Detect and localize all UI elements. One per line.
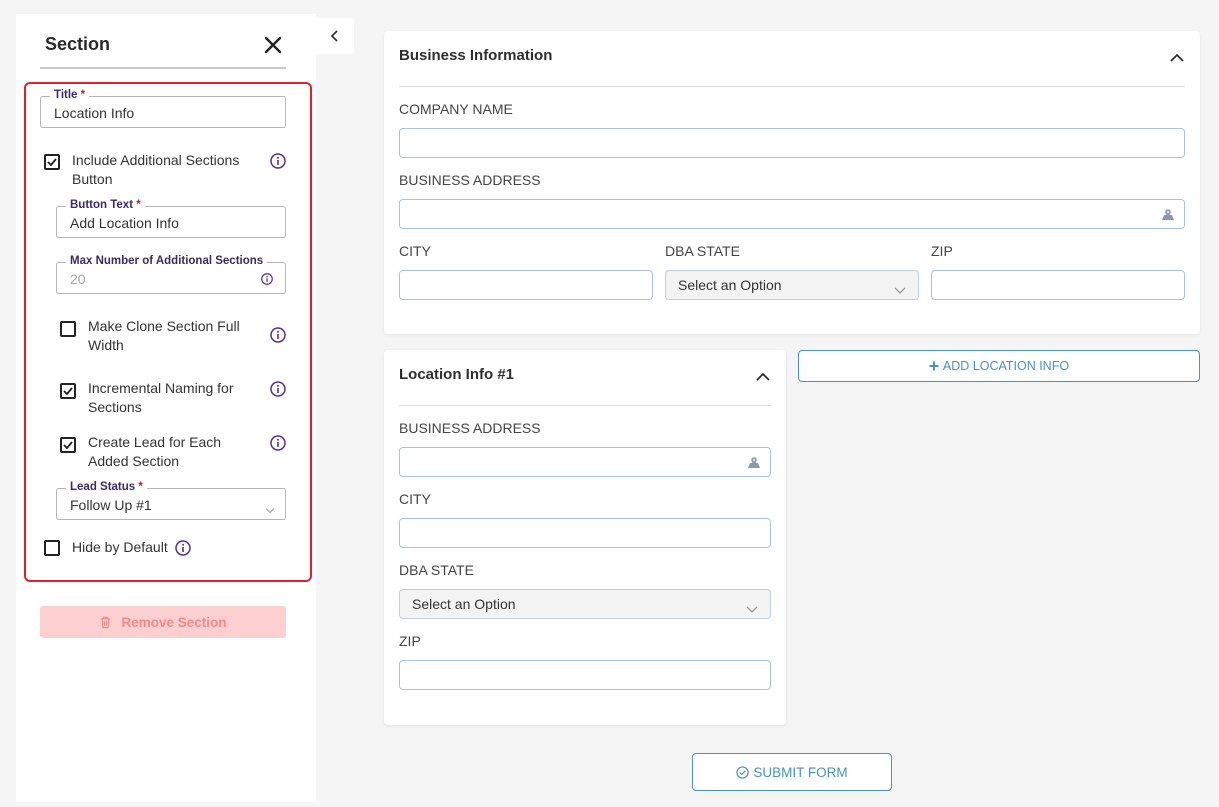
section-settings-panel: Section Title * Location Info Include Ad… (16, 14, 316, 802)
dba-state-label: DBA STATE (399, 562, 474, 578)
business-address-label: BUSINESS ADDRESS (399, 172, 541, 188)
include-additional-sections-checkbox[interactable] (44, 154, 60, 170)
close-icon[interactable] (262, 34, 284, 56)
incremental-naming-label: Incremental Naming for Sections (88, 380, 234, 415)
zip-input[interactable] (931, 270, 1185, 300)
info-icon[interactable] (270, 435, 286, 451)
divider (399, 86, 1185, 87)
city-label: CITY (399, 243, 431, 259)
dba-state-select-value: Select an Option (678, 277, 782, 293)
max-sections-placeholder[interactable]: 20 (70, 271, 86, 287)
location-city-input[interactable] (399, 518, 771, 548)
highlighted-settings-group: Title * Location Info Include Additional… (24, 82, 312, 582)
info-icon[interactable] (174, 539, 191, 556)
dba-state-label: DBA STATE (665, 243, 740, 259)
add-location-info-label: ADD LOCATION INFO (942, 359, 1070, 373)
create-lead-row: Create Lead for Each Added Section (60, 433, 238, 471)
trash-icon (101, 616, 111, 628)
card-title: Location Info #1 (399, 366, 515, 383)
card-title: Business Information (399, 47, 553, 64)
include-additional-sections-label: Include Additional Sections Button (72, 152, 240, 187)
dba-state-select[interactable]: Select an Option (665, 270, 919, 300)
business-address-input[interactable] (399, 199, 1185, 229)
button-text-value[interactable]: Add Location Info (70, 215, 179, 231)
map-icon[interactable] (747, 456, 761, 469)
company-name-label: COMPANY NAME (399, 101, 513, 117)
panel-header: Section (40, 14, 286, 69)
title-field[interactable]: Title * Location Info (40, 88, 286, 128)
company-name-input[interactable] (399, 128, 1185, 158)
map-icon[interactable] (1161, 208, 1175, 221)
lead-status-label: Lead Status * (66, 480, 147, 494)
chevron-left-icon (330, 30, 338, 42)
incremental-naming-row: Incremental Naming for Sections (60, 379, 253, 417)
info-icon[interactable] (261, 272, 273, 285)
max-sections-label: Max Number of Additional Sections (66, 254, 268, 268)
location-zip-input[interactable] (399, 660, 771, 690)
submit-form-label: SUBMIT FORM (753, 764, 848, 780)
business-information-card: Business Information COMPANY NAME BUSINE… (384, 31, 1200, 334)
dba-state-select-value: Select an Option (412, 596, 516, 612)
info-icon[interactable] (270, 381, 286, 397)
clone-full-width-row: Make Clone Section Full Width (60, 317, 253, 355)
lead-status-value: Follow Up #1 (70, 497, 152, 513)
location-dba-state-select[interactable]: Select an Option (399, 589, 771, 619)
zip-label: ZIP (399, 633, 421, 649)
chevron-up-icon[interactable] (756, 369, 770, 381)
submit-form-button[interactable]: SUBMIT FORM (692, 753, 892, 791)
add-location-info-button[interactable]: ADD LOCATION INFO (798, 350, 1200, 382)
city-label: CITY (399, 491, 431, 507)
title-field-value[interactable]: Location Info (54, 105, 134, 121)
business-address-label: BUSINESS ADDRESS (399, 420, 541, 436)
info-icon[interactable] (270, 327, 286, 343)
location-business-address-input[interactable] (399, 447, 771, 477)
button-text-label: Button Text * (66, 198, 145, 212)
clone-full-width-label: Make Clone Section Full Width (88, 318, 240, 353)
hide-by-default-label: Hide by Default (72, 539, 168, 555)
incremental-naming-checkbox[interactable] (60, 383, 76, 399)
chevron-down-icon (746, 601, 758, 613)
panel-title: Section (45, 34, 111, 54)
title-field-label: Title * (50, 88, 90, 102)
city-input[interactable] (399, 270, 653, 300)
clone-full-width-checkbox[interactable] (60, 321, 76, 337)
include-additional-sections-row: Include Additional Sections Button (44, 151, 290, 189)
divider (399, 405, 771, 406)
collapse-panel-button[interactable] (316, 18, 354, 54)
info-icon[interactable] (270, 153, 286, 169)
create-lead-checkbox[interactable] (60, 437, 76, 453)
button-text-field[interactable]: Button Text * Add Location Info (56, 198, 286, 238)
plus-icon (929, 361, 939, 371)
max-sections-field[interactable]: Max Number of Additional Sections 20 (56, 254, 286, 294)
create-lead-label: Create Lead for Each Added Section (88, 434, 222, 469)
check-circle-icon (736, 765, 750, 779)
hide-by-default-row: Hide by Default (44, 538, 191, 557)
hide-by-default-checkbox[interactable] (44, 539, 60, 556)
location-info-card: Location Info #1 BUSINESS ADDRESS CITY D… (384, 350, 786, 725)
chevron-down-icon (265, 501, 275, 514)
remove-section-button[interactable]: Remove Section (40, 606, 286, 638)
lead-status-select[interactable]: Lead Status * Follow Up #1 (56, 480, 286, 520)
zip-label: ZIP (931, 243, 953, 259)
remove-section-label: Remove Section (121, 614, 227, 630)
chevron-up-icon[interactable] (1170, 50, 1184, 62)
chevron-down-icon (894, 282, 906, 294)
